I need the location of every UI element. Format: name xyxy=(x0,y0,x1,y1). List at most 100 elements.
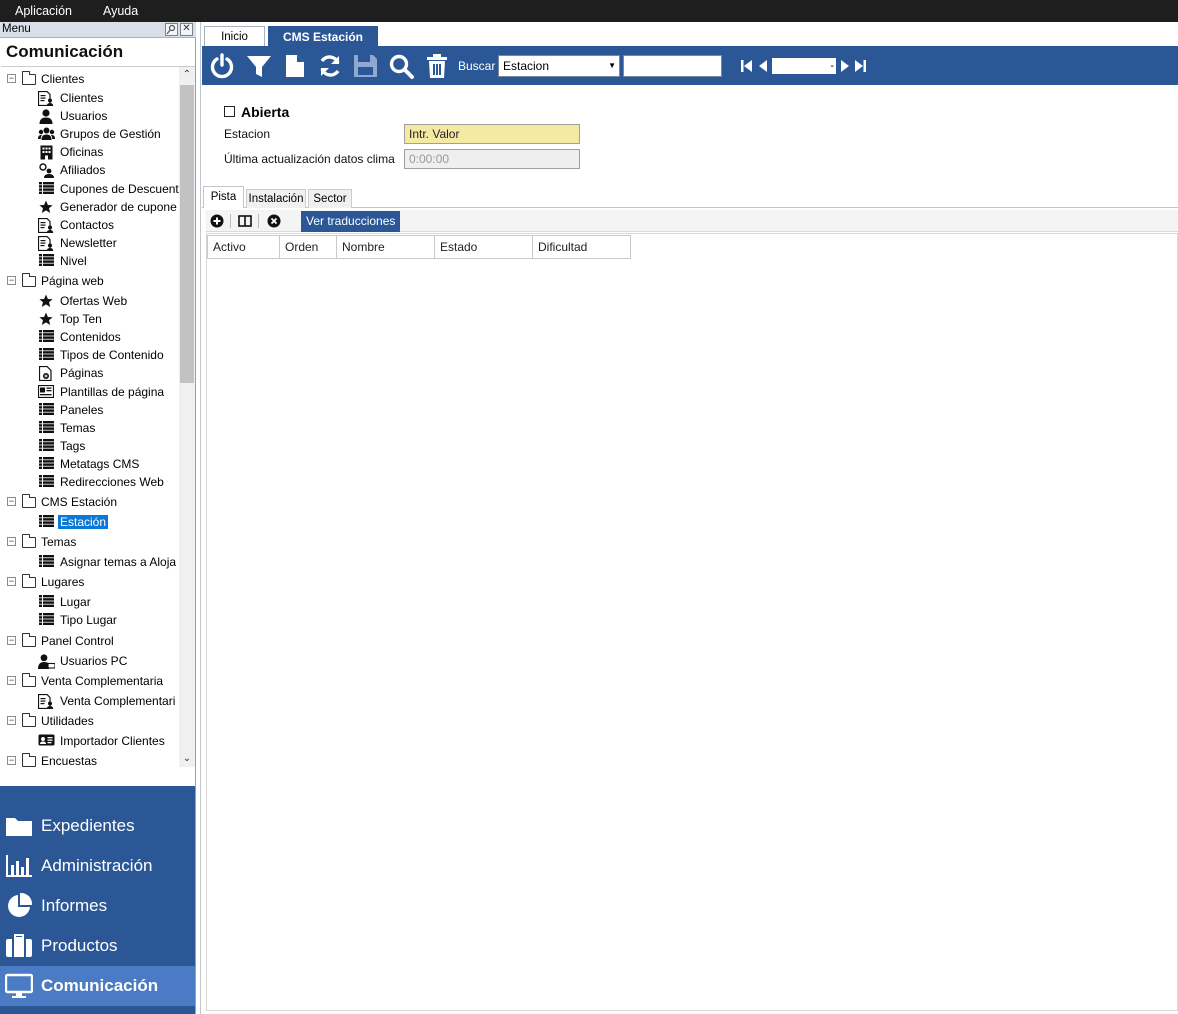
menu-ayuda[interactable]: Ayuda xyxy=(88,4,138,18)
tab-inicio[interactable]: Inicio xyxy=(204,26,265,46)
ver-traducciones-button[interactable]: Ver traducciones xyxy=(301,211,401,232)
tree-item-generador-de-cupone[interactable]: Generador de cupone xyxy=(1,198,177,216)
tree-item-usuarios[interactable]: Usuarios xyxy=(1,107,177,125)
tab-pista[interactable]: Pista xyxy=(203,186,244,208)
tree-item-importador-clientes[interactable]: Importador Clientes xyxy=(1,732,177,750)
tree-item-afiliados[interactable]: Afiliados xyxy=(1,161,177,179)
tree-item-contenidos[interactable]: Contenidos xyxy=(1,328,177,346)
tree-item-metatags-cms[interactable]: Metatags CMS xyxy=(1,455,177,473)
search-icon[interactable] xyxy=(387,52,415,80)
tree-item-asignar-temas-a-aloja[interactable]: Asignar temas a Aloja xyxy=(1,553,177,571)
column-header-dificultad[interactable]: Dificultad xyxy=(533,235,631,259)
filter-icon[interactable] xyxy=(245,52,273,80)
scroll-up-icon[interactable]: ⌃ xyxy=(179,67,195,83)
tree-item-newsletter[interactable]: Newsletter xyxy=(1,234,177,252)
tree-item-temas[interactable]: Temas xyxy=(1,419,177,437)
collapse-icon[interactable]: − xyxy=(7,537,16,547)
list-icon xyxy=(38,555,54,569)
search-input[interactable] xyxy=(623,55,722,77)
tree-item-plantillas-de-pagina[interactable]: Plantillas de página xyxy=(1,383,177,401)
tab-cms-estacion[interactable]: CMS Estación xyxy=(268,26,378,46)
tree-group-pagina-web[interactable]: − Página web xyxy=(1,272,177,290)
new-document-icon[interactable] xyxy=(281,52,309,80)
collapse-icon[interactable]: − xyxy=(7,276,16,285)
tree-item-lugar[interactable]: Lugar xyxy=(1,593,177,611)
next-record-icon[interactable] xyxy=(838,59,852,73)
module-productos[interactable]: Productos xyxy=(0,926,195,966)
collapse-icon[interactable]: − xyxy=(7,74,16,83)
tree-item-clientes[interactable]: Clientes xyxy=(1,89,177,107)
navigation-panel: Menu ✕ Comunicación ⌃ ⌄ ‹ › −ClientesCli… xyxy=(0,22,196,1014)
column-header-orden[interactable]: Orden xyxy=(280,235,337,259)
refresh-icon[interactable] xyxy=(316,52,344,80)
tree-group-panel-control[interactable]: − Panel Control xyxy=(1,632,177,650)
search-field-select[interactable]: Estacion ▼ xyxy=(498,55,620,77)
collapse-icon[interactable]: − xyxy=(7,755,16,765)
tree-vertical-scrollbar[interactable]: ⌃ ⌄ xyxy=(179,67,195,767)
module-label: Productos xyxy=(41,936,118,955)
tree-group-cms-estacion[interactable]: − CMS Estación xyxy=(1,493,177,511)
tree-group-utilidades[interactable]: − Utilidades xyxy=(1,712,177,730)
tree-item-estacion[interactable]: Estación xyxy=(1,513,177,531)
module-label: Informes xyxy=(41,896,108,915)
estacion-field[interactable]: Intr. Valor xyxy=(404,124,580,144)
document-tabs: Inicio CMS Estación xyxy=(201,22,1178,46)
tree-item-oficinas[interactable]: Oficinas xyxy=(1,143,177,161)
column-header-estado[interactable]: Estado xyxy=(435,235,533,259)
tree-item-label: Temas xyxy=(60,420,96,435)
tree-item-label: Oficinas xyxy=(60,145,104,160)
contact-card-icon xyxy=(37,235,54,251)
remove-icon[interactable] xyxy=(267,214,281,228)
save-icon[interactable] xyxy=(351,52,379,80)
tree-item-grupos-de-gestion[interactable]: Grupos de Gestión xyxy=(1,125,177,143)
tab-instalacion[interactable]: Instalación xyxy=(246,189,306,208)
tree-item-usuarios-pc[interactable]: Usuarios PC xyxy=(1,652,177,670)
collapse-icon[interactable]: − xyxy=(7,497,16,507)
last-record-icon[interactable] xyxy=(853,59,867,73)
tree-item-paneles[interactable]: Paneles xyxy=(1,401,177,419)
close-icon[interactable]: ✕ xyxy=(180,23,193,36)
tree-item-paginas[interactable]: Páginas xyxy=(1,364,177,382)
tree-group-lugares[interactable]: − Lugares xyxy=(1,573,177,591)
abierta-checkbox[interactable] xyxy=(224,106,235,117)
tab-sector[interactable]: Sector xyxy=(308,189,352,208)
collapse-icon[interactable]: − xyxy=(7,635,16,645)
module-expedientes[interactable]: Expedientes xyxy=(0,806,195,846)
column-header-activo[interactable]: Activo xyxy=(207,235,280,259)
tree-item-tipos-de-contenido[interactable]: Tipos de Contenido xyxy=(1,346,177,364)
tree-item-top-ten[interactable]: Top Ten xyxy=(1,310,177,328)
tree-item-cupones-de-descuent[interactable]: Cupones de Descuent xyxy=(1,180,179,198)
tree-item-ofertas-web[interactable]: Ofertas Web xyxy=(1,292,177,310)
collapse-icon[interactable]: − xyxy=(7,577,16,587)
module-informes[interactable]: Informes xyxy=(0,886,195,926)
collapse-icon[interactable]: − xyxy=(7,715,16,725)
menu-aplicacion[interactable]: Aplicación xyxy=(0,4,72,18)
tree-group-temas[interactable]: − Temas xyxy=(1,533,177,551)
tree-item-tipo-lugar[interactable]: Tipo Lugar xyxy=(1,611,177,629)
tree-item-tags[interactable]: Tags xyxy=(1,437,177,455)
tree-group-venta-complementaria[interactable]: − Venta Complementaria xyxy=(1,672,177,690)
tree-item-nivel[interactable]: Nivel xyxy=(1,252,177,270)
collapse-icon[interactable]: − xyxy=(7,675,16,685)
tree-item-contactos[interactable]: Contactos xyxy=(1,216,177,234)
module-comunicacion[interactable]: Comunicación xyxy=(0,966,195,1006)
power-icon[interactable] xyxy=(208,52,236,80)
first-record-icon[interactable] xyxy=(740,59,754,73)
folder-icon xyxy=(22,574,36,589)
scroll-thumb[interactable] xyxy=(180,85,194,383)
tree-item-redirecciones-web[interactable]: Redirecciones Web xyxy=(1,473,177,491)
tree-group-clientes[interactable]: − Clientes xyxy=(1,70,177,88)
column-header-nombre[interactable]: Nombre xyxy=(337,235,435,259)
previous-record-icon[interactable] xyxy=(756,59,770,73)
columns-icon[interactable] xyxy=(238,214,252,228)
tree-item-venta-complementari[interactable]: Venta Complementari xyxy=(1,692,177,710)
add-icon[interactable] xyxy=(210,214,224,228)
pin-icon[interactable] xyxy=(165,23,178,36)
record-position[interactable]: - xyxy=(772,58,836,74)
scroll-down-icon[interactable]: ⌄ xyxy=(179,751,195,767)
delete-icon[interactable] xyxy=(423,52,451,80)
tree-group-encuestas[interactable]: − Encuestas xyxy=(1,752,177,770)
module-administracion[interactable]: Administración xyxy=(0,846,195,886)
tree-item-label: Nivel xyxy=(60,253,87,268)
dropdown-arrow-icon[interactable]: ▼ xyxy=(608,56,616,76)
